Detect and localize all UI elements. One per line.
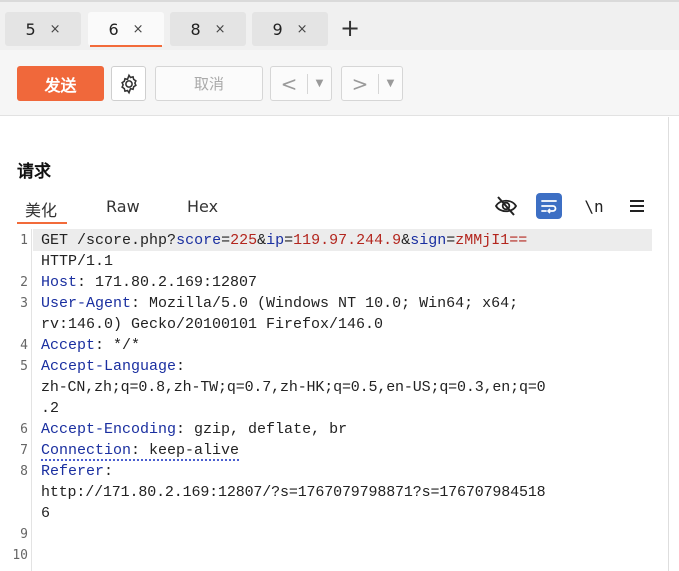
header-line: Accept: */*: [41, 337, 141, 354]
header-name: Accept-Encoding: [41, 421, 177, 438]
header-value: zh-CN,zh;q=0.8,zh-TW;q=0.7,zh-HK;q=0.5,e…: [41, 379, 546, 396]
param-key: sign: [410, 232, 447, 249]
header-value: 171.80.2.169:12807: [95, 274, 258, 291]
tab-label: 8: [190, 19, 201, 39]
header-name: User-Agent: [41, 295, 132, 312]
request-toolbar: 发送 取消 < ▼ > ▼: [0, 50, 679, 116]
line-number: 5: [20, 359, 28, 374]
header-line: Accept-Language:: [41, 358, 186, 375]
line-number: 10: [12, 548, 28, 563]
header-line: Accept-Encoding: gzip, deflate, br: [41, 421, 348, 438]
header-value-wrap: 6: [41, 505, 51, 522]
tab-9[interactable]: 9 ×: [252, 12, 328, 46]
tab-hex[interactable]: Hex: [187, 197, 218, 216]
tab-8[interactable]: 8 ×: [170, 12, 246, 46]
request-editor[interactable]: 1 2 3 4 5 6 7 8 9 10 GET /score.php?scor…: [0, 229, 669, 571]
cancel-button[interactable]: 取消: [155, 66, 263, 101]
tab-label: 6: [108, 19, 119, 39]
eye-slash-icon[interactable]: [493, 193, 519, 219]
tab-5[interactable]: 5 ×: [5, 12, 81, 46]
line-number: 8: [20, 464, 28, 479]
header-line-underlined: Connection: keep-alive: [41, 442, 240, 461]
param-value: 225: [230, 232, 258, 249]
header-value-wrap: rv:146.0) Gecko/20100101 Firefox/146.0: [41, 316, 384, 333]
line-number: 7: [20, 443, 28, 458]
header-name: Referer: [41, 463, 105, 480]
dropdown-arrow-icon[interactable]: ▼: [308, 78, 331, 89]
param-value: 119.97.244.9: [293, 232, 402, 249]
header-name: Accept-Language: [41, 358, 177, 375]
forward-button[interactable]: > ▼: [341, 66, 403, 101]
param-key: ip: [266, 232, 285, 249]
tab-label: 5: [25, 19, 36, 39]
panel-title: 请求: [17, 162, 51, 182]
header-value: keep-alive: [149, 442, 240, 459]
tab-label: 9: [272, 19, 283, 39]
http-version: HTTP/1.1: [41, 253, 114, 270]
header-name: Host: [41, 274, 78, 291]
line-number: 2: [20, 275, 28, 290]
header-value-wrap: .2: [41, 400, 60, 417]
request-line: GET /score.php?score=225&ip=119.97.244.9…: [41, 232, 528, 249]
close-icon[interactable]: ×: [50, 22, 61, 37]
header-name: Accept: [41, 337, 96, 354]
tab-pretty[interactable]: 美化: [16, 197, 68, 224]
close-icon[interactable]: ×: [297, 22, 308, 37]
send-button[interactable]: 发送: [17, 66, 104, 101]
wrap-lines-icon[interactable]: [536, 193, 562, 219]
line-number: 3: [20, 296, 28, 311]
header-value: http://171.80.2.169:12807/?s=17670797988…: [41, 484, 546, 501]
gear-icon: [120, 73, 137, 94]
dropdown-arrow-icon[interactable]: ▼: [379, 78, 402, 89]
line-number-gutter: 1 2 3 4 5 6 7 8 9 10: [0, 229, 32, 571]
view-tabs: 美化 Raw Hex \n: [0, 189, 669, 227]
line-number: 9: [20, 527, 28, 542]
param-key: score: [176, 232, 222, 249]
close-icon[interactable]: ×: [215, 22, 226, 37]
header-line: Host: 171.80.2.169:12807: [41, 274, 258, 291]
line-number: 1: [20, 233, 28, 248]
request-path: /score.php?: [77, 232, 177, 249]
header-name: Connection: [41, 442, 132, 459]
http-method: GET: [41, 232, 69, 249]
menu-icon[interactable]: [624, 193, 650, 219]
header-value: gzip, deflate, br: [194, 421, 348, 438]
add-tab-button[interactable]: +: [340, 14, 360, 42]
tab-strip: 5 × 6 × 8 × 9 × +: [0, 0, 679, 50]
request-panel: 请求 美化 Raw Hex \n 1 2 3 4 5 6 7 8 9 10 GE…: [0, 117, 669, 571]
line-number: 4: [20, 338, 28, 353]
header-line: Connection: keep-alive: [41, 440, 240, 461]
tab-6[interactable]: 6 ×: [88, 12, 164, 47]
close-icon[interactable]: ×: [133, 22, 144, 37]
chevron-left-icon: <: [280, 71, 298, 96]
newline-icon[interactable]: \n: [581, 193, 607, 219]
settings-button[interactable]: [111, 66, 146, 101]
line-number: 6: [20, 422, 28, 437]
back-button[interactable]: < ▼: [270, 66, 332, 101]
header-line: User-Agent: Mozilla/5.0 (Windows NT 10.0…: [41, 295, 519, 312]
header-line: Referer:: [41, 463, 114, 480]
header-value: Mozilla/5.0 (Windows NT 10.0; Win64; x64…: [149, 295, 519, 312]
header-value: */*: [113, 337, 141, 354]
chevron-right-icon: >: [351, 71, 369, 96]
param-value: zMMjI1==: [455, 232, 528, 249]
tab-raw[interactable]: Raw: [106, 197, 140, 216]
